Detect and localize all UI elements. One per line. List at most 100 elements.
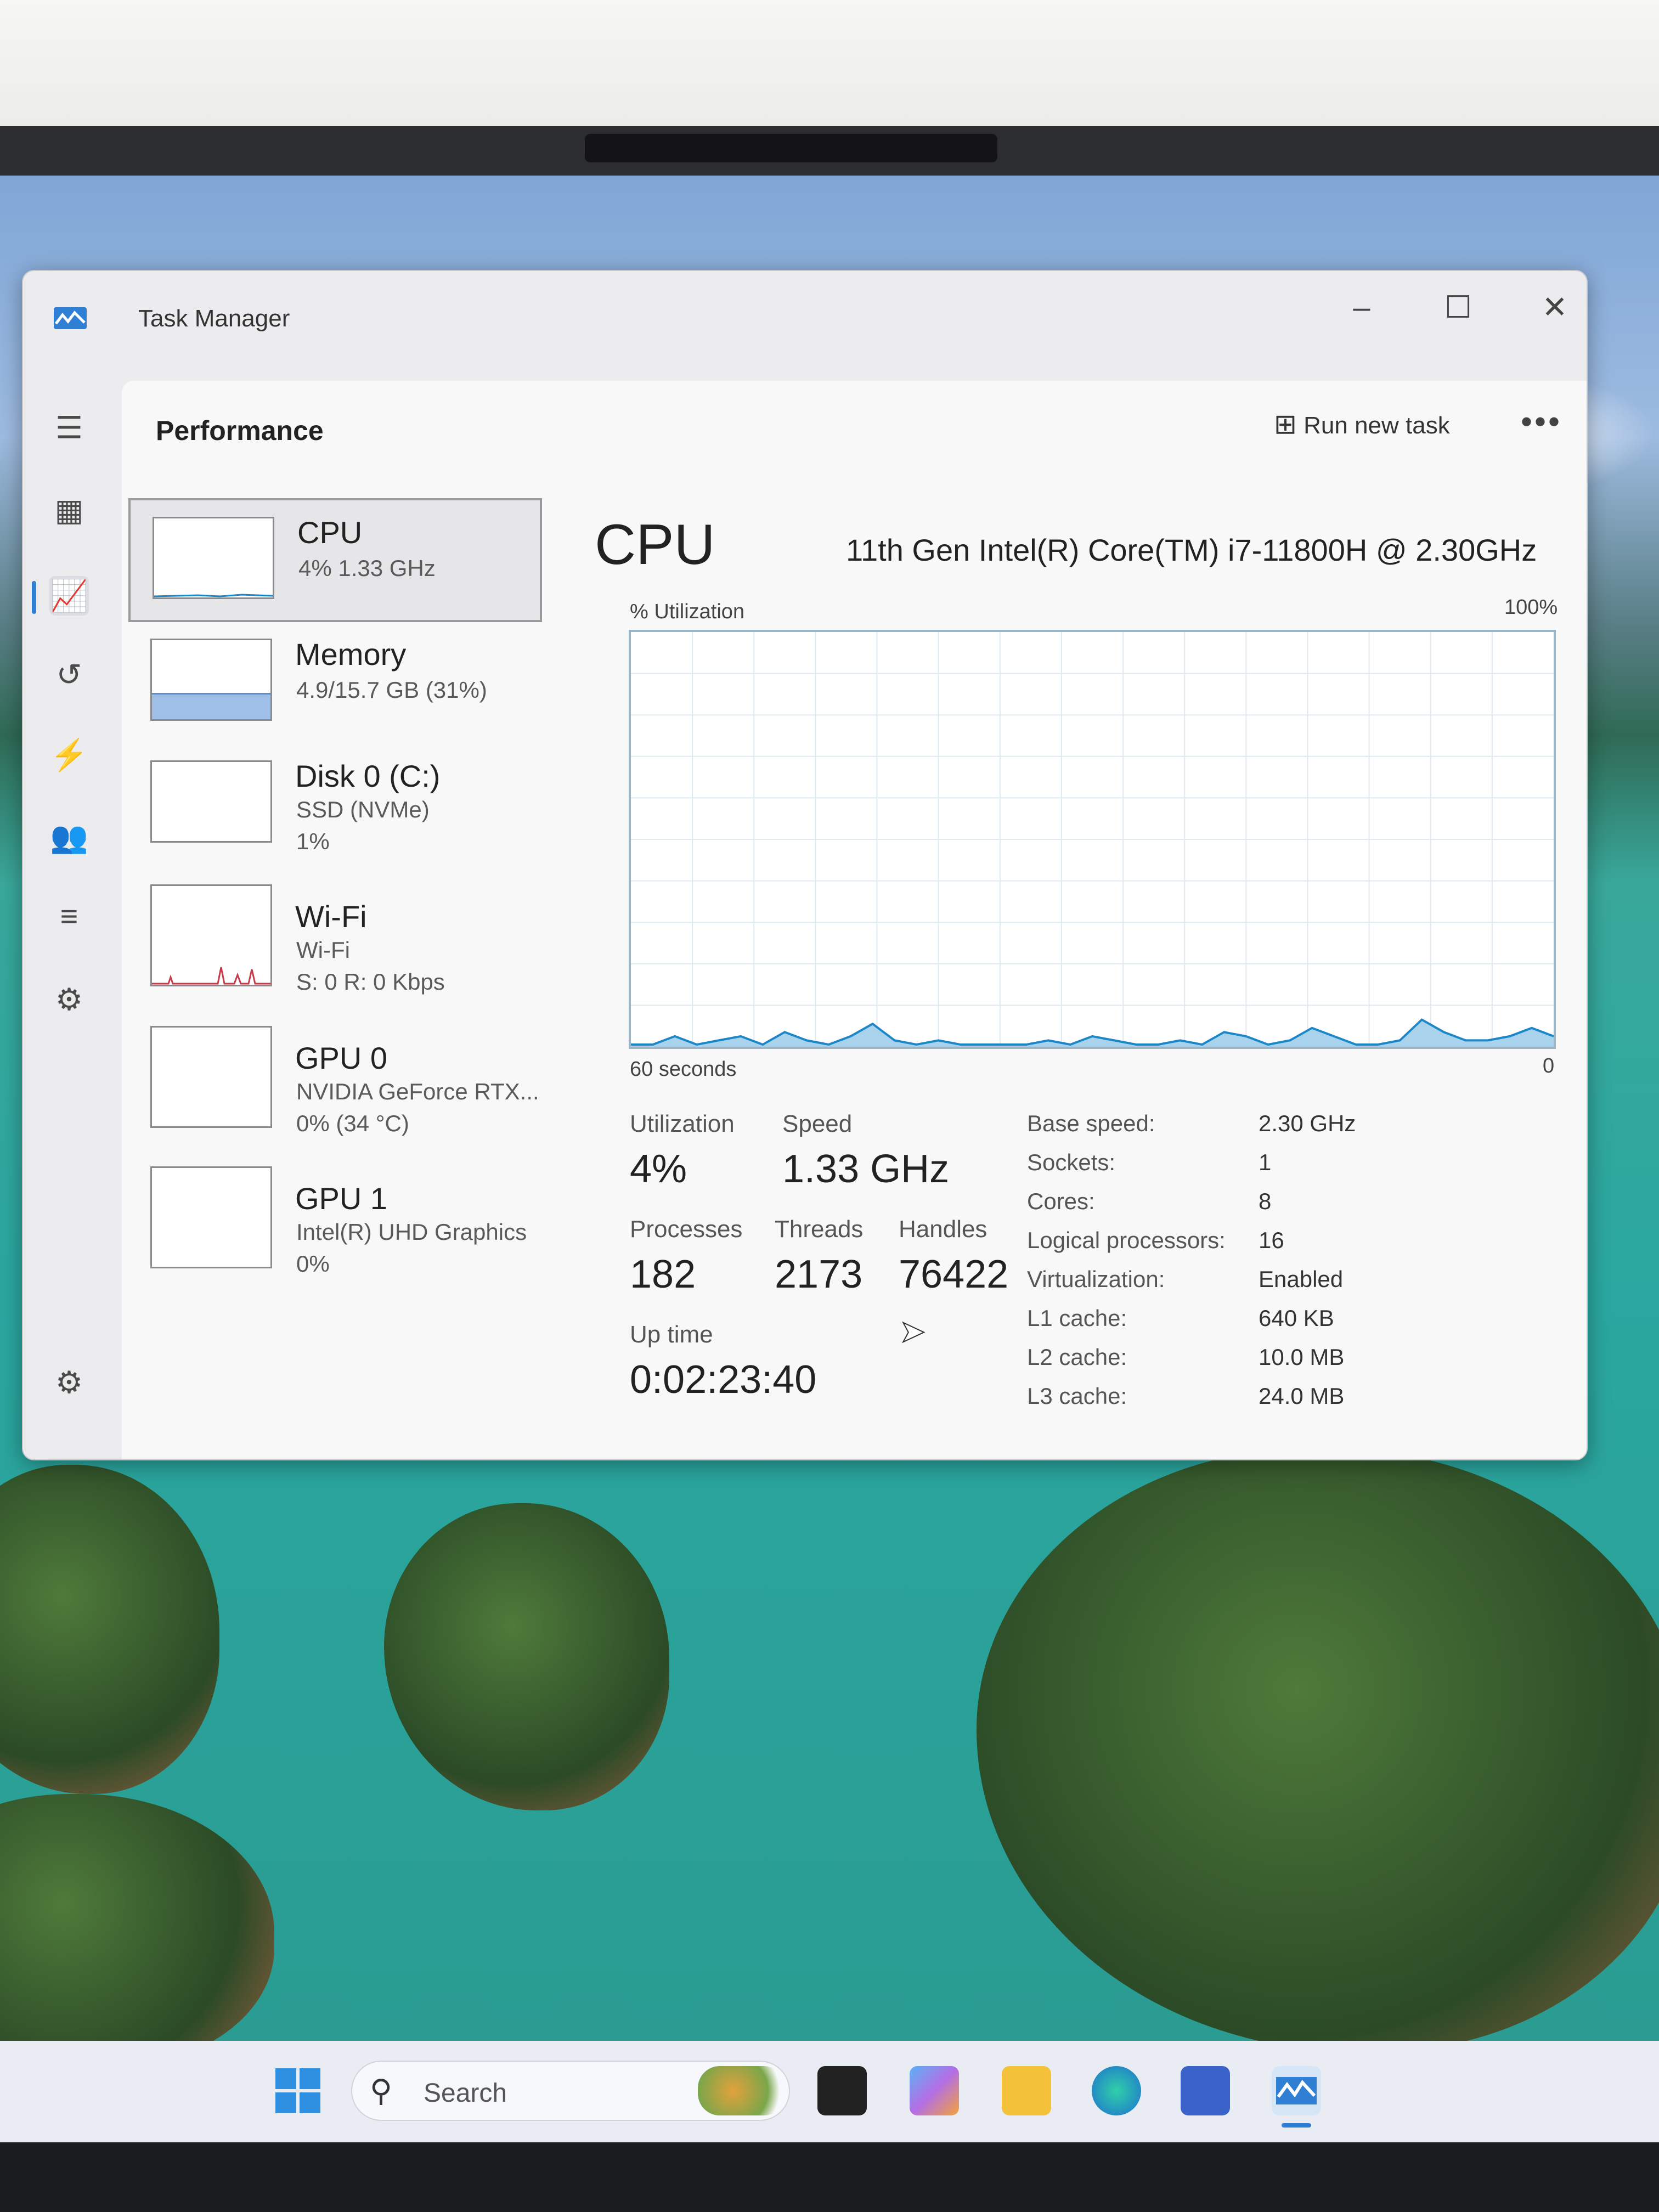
device-name: CPU — [297, 515, 363, 550]
close-button[interactable]: ✕ — [1533, 291, 1577, 324]
cpu-graph-svg — [631, 632, 1554, 1047]
spec-label: Cores: — [1027, 1188, 1095, 1214]
webcam-notch — [585, 134, 997, 162]
spec-label: Base speed: — [1027, 1110, 1155, 1136]
run-new-task-button[interactable]: ⊞ Run new task — [1274, 408, 1450, 440]
wallpaper-shore — [977, 1448, 1659, 2041]
device-item-disk[interactable]: Disk 0 (C:) SSD (NVMe) 1% — [128, 744, 542, 868]
task-manager-taskbar-icon[interactable] — [1272, 2066, 1321, 2115]
handles-value: 76422 — [899, 1252, 1009, 1296]
more-options-button[interactable]: ••• — [1521, 403, 1562, 441]
speed-label: Speed — [782, 1110, 853, 1137]
device-item-wifi[interactable]: Wi-Fi Wi-Fi S: 0 R: 0 Kbps — [128, 884, 542, 1008]
page-title: Performance — [156, 415, 324, 446]
performance-content: Performance ⊞ Run new task ••• CPU 4% 1.… — [122, 381, 1587, 1459]
run-new-task-label: Run new task — [1304, 412, 1450, 439]
window-title: Task Manager — [138, 305, 290, 332]
spec-value: 24.0 MB — [1259, 1383, 1345, 1409]
hamburger-menu-icon[interactable]: ☰ — [49, 408, 89, 448]
spec-value: 8 — [1259, 1188, 1272, 1214]
device-detail: 4% 1.33 GHz — [298, 555, 436, 581]
windows-start-icon[interactable] — [273, 2066, 323, 2115]
device-detail-2: 0% — [296, 1251, 330, 1277]
device-detail: 4.9/15.7 GB (31%) — [296, 677, 487, 703]
memory-thumbnail-graph — [150, 639, 272, 721]
wifi-thumbnail-graph — [150, 884, 272, 986]
spec-value: 16 — [1259, 1227, 1284, 1253]
device-detail-2: 0% (34 °C) — [296, 1110, 409, 1136]
graph-min-label: 0 — [1543, 1054, 1555, 1077]
spec-value: 1 — [1259, 1149, 1272, 1175]
search-placeholder: Search — [424, 2079, 507, 2108]
device-detail: Intel(R) UHD Graphics — [296, 1219, 527, 1245]
graph-span-label: 60 seconds — [630, 1058, 737, 1081]
device-item-memory[interactable]: Memory 4.9/15.7 GB (31%) — [128, 622, 542, 746]
spec-label: Virtualization: — [1027, 1266, 1165, 1292]
device-detail: Wi-Fi — [296, 937, 350, 963]
device-detail-2: 1% — [296, 828, 330, 854]
wallpaper-shore-left — [0, 1465, 219, 1794]
utilization-value: 4% — [630, 1147, 687, 1191]
startup-apps-icon[interactable]: ⚡ — [49, 735, 89, 775]
memory-usage-fill — [152, 693, 270, 719]
task-view-icon[interactable] — [817, 2066, 867, 2115]
settings-gear-icon[interactable]: ⚙ — [49, 1363, 89, 1402]
spec-value: Enabled — [1259, 1266, 1344, 1292]
edge-browser-icon[interactable] — [1092, 2066, 1141, 2115]
uptime-value: 0:02:23:40 — [630, 1358, 817, 1402]
search-icon: ⚲ — [370, 2073, 393, 2108]
cpu-utilization-area — [631, 1019, 1554, 1047]
speed-value: 1.33 GHz — [782, 1147, 950, 1191]
device-item-cpu[interactable]: CPU 4% 1.33 GHz — [128, 498, 542, 622]
processes-label: Processes — [630, 1216, 743, 1243]
microsoft-store-icon[interactable] — [1181, 2066, 1230, 2115]
device-name: GPU 1 — [295, 1181, 388, 1216]
details-icon[interactable]: ≡ — [49, 896, 89, 936]
services-icon[interactable]: ⚙ — [49, 980, 89, 1019]
microsoft-365-icon[interactable] — [910, 2066, 959, 2115]
mouse-pointer-icon: ➤ — [899, 1313, 926, 1349]
cpu-utilization-graph — [629, 630, 1556, 1049]
task-manager-app-icon — [54, 307, 87, 329]
threads-label: Threads — [775, 1216, 864, 1243]
processor-name: 11th Gen Intel(R) Core(TM) i7-11800H @ 2… — [846, 533, 1537, 567]
spec-value: 10.0 MB — [1259, 1344, 1345, 1370]
threads-value: 2173 — [775, 1252, 863, 1296]
detail-title: CPU — [595, 513, 715, 577]
app-history-icon[interactable]: ↺ — [49, 655, 89, 695]
graph-y-label: % Utilization — [630, 600, 745, 623]
graph-max-label: 100% — [1504, 596, 1558, 619]
spec-value: 640 KB — [1259, 1305, 1334, 1331]
handles-label: Handles — [899, 1216, 988, 1243]
performance-icon[interactable]: 📈 — [49, 576, 89, 616]
uptime-label: Up time — [630, 1321, 713, 1348]
background-wall — [0, 0, 1659, 126]
device-item-gpu0[interactable]: GPU 0 NVIDIA GeForce RTX... 0% (34 °C) — [128, 1026, 542, 1150]
gpu0-thumbnail-graph — [150, 1026, 272, 1128]
processes-icon[interactable]: ▦ — [49, 490, 89, 530]
taskbar-search-box[interactable]: ⚲ Search — [351, 2061, 790, 2121]
wallpaper-shore-bottom — [0, 1794, 274, 2041]
device-name: Disk 0 (C:) — [295, 759, 441, 793]
spec-label: L2 cache: — [1027, 1344, 1127, 1370]
task-manager-window[interactable]: Task Manager – ☐ ✕ ☰ ▦ 📈 ↺ ⚡ 👥 ≡ ⚙ ⚙ Per… — [22, 270, 1588, 1460]
minimize-button[interactable]: – — [1340, 291, 1384, 324]
device-detail: SSD (NVMe) — [296, 797, 430, 822]
device-name: Wi-Fi — [295, 899, 367, 934]
device-detail: NVIDIA GeForce RTX... — [296, 1079, 539, 1104]
file-explorer-icon[interactable] — [1002, 2066, 1051, 2115]
run-task-icon: ⊞ — [1274, 409, 1297, 439]
users-icon[interactable]: 👥 — [49, 817, 89, 857]
device-detail-2: S: 0 R: 0 Kbps — [296, 969, 445, 995]
spec-label: Logical processors: — [1027, 1227, 1226, 1253]
spec-label: L1 cache: — [1027, 1305, 1127, 1331]
utilization-label: Utilization — [630, 1110, 735, 1137]
device-item-gpu1[interactable]: GPU 1 Intel(R) UHD Graphics 0% — [128, 1166, 542, 1290]
nav-selection-indicator — [32, 581, 36, 614]
spec-label: L3 cache: — [1027, 1383, 1127, 1409]
disk-thumbnail-graph — [150, 760, 272, 843]
wallpaper-island — [384, 1503, 669, 1810]
gpu1-thumbnail-graph — [150, 1166, 272, 1268]
device-name: GPU 0 — [295, 1041, 388, 1075]
maximize-button[interactable]: ☐ — [1436, 291, 1480, 324]
